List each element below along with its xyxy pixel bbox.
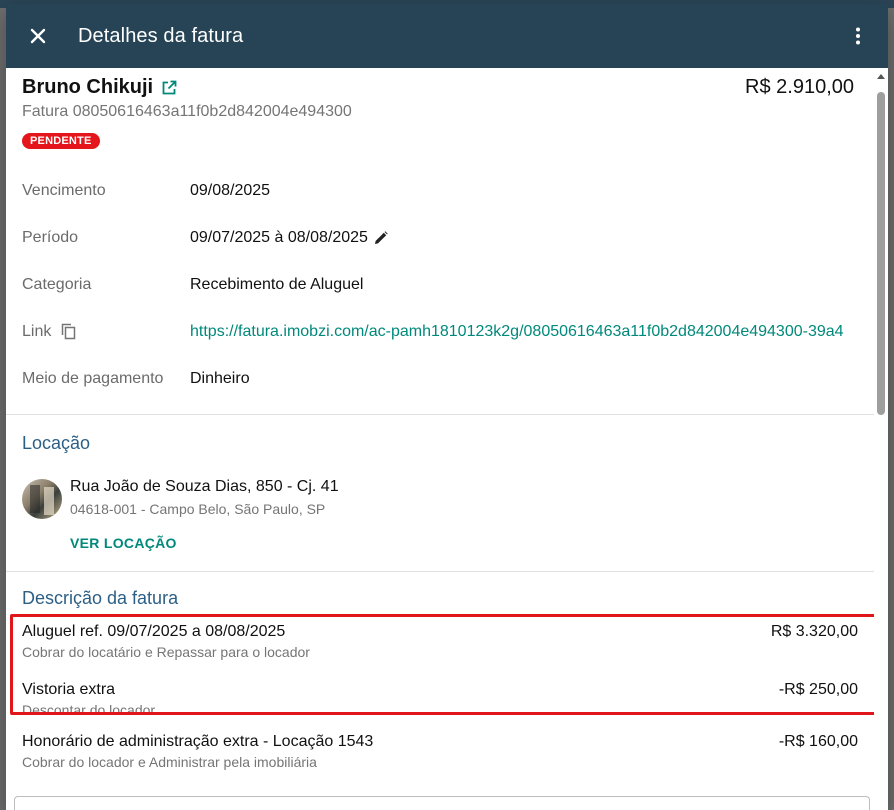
next-card-edge bbox=[14, 796, 870, 810]
location-subaddress: 04618-001 - Campo Belo, São Paulo, SP bbox=[70, 501, 326, 517]
dialog-title: Detalhes da fatura bbox=[78, 24, 244, 47]
item-value: R$ 3.320,00 bbox=[770, 623, 858, 640]
close-button[interactable] bbox=[6, 4, 70, 68]
item-label: Vistoria extra bbox=[22, 681, 116, 698]
item-label: Aluguel ref. 09/07/2025 a 08/08/2025 bbox=[22, 623, 286, 640]
invoice-details-dialog: Detalhes da fatura Bruno Chikuji R$ 2.91… bbox=[6, 4, 888, 810]
close-icon bbox=[30, 28, 46, 44]
list-item: Aluguel ref. 09/07/2025 a 08/08/2025 R$ … bbox=[22, 609, 858, 660]
more-vert-icon bbox=[856, 27, 860, 45]
dialog-content: Bruno Chikuji R$ 2.910,00 Fatura 0805061… bbox=[6, 68, 874, 810]
item-label: Honorário de administração extra - Locaç… bbox=[22, 733, 374, 750]
due-label: Vencimento bbox=[22, 181, 106, 199]
invoice-link[interactable]: https://fatura.imobzi.com/ac-pamh1810123… bbox=[190, 323, 844, 341]
detail-row-category: Categoria Recebimento de Aluguel bbox=[22, 261, 858, 308]
category-label: Categoria bbox=[22, 275, 92, 293]
item-note: Cobrar do locatário e Repassar para o lo… bbox=[22, 644, 310, 660]
detail-row-link: Link https://fatura.imobzi.com/ac-pamh18… bbox=[22, 308, 858, 355]
dialog-header: Detalhes da fatura bbox=[6, 4, 888, 68]
property-photo bbox=[22, 479, 62, 519]
edit-pencil-icon[interactable] bbox=[374, 230, 388, 245]
invoice-total: R$ 2.910,00 bbox=[745, 76, 854, 98]
scrollbar-thumb[interactable] bbox=[877, 92, 885, 415]
item-value: -R$ 250,00 bbox=[778, 681, 858, 698]
item-value: -R$ 160,00 bbox=[778, 733, 858, 750]
list-item: Honorário de administração extra - Locaç… bbox=[22, 718, 858, 770]
list-item: Vistoria extra -R$ 250,00 Descontar do l… bbox=[22, 660, 858, 718]
more-options-button[interactable] bbox=[842, 20, 874, 52]
item-note: Descontar do locador bbox=[22, 702, 156, 718]
invoice-details: Vencimento 09/08/2025 Período 09/07/2025… bbox=[6, 167, 874, 402]
client-name[interactable]: Bruno Chikuji bbox=[22, 76, 177, 99]
scrollbar[interactable] bbox=[874, 68, 888, 810]
payment-value: Dinheiro bbox=[190, 369, 250, 387]
invoice-id: Fatura 08050616463a11f0b2d842004e494300 bbox=[22, 103, 352, 120]
scroll-up-arrow-icon[interactable] bbox=[877, 74, 885, 79]
payment-label: Meio de pagamento bbox=[22, 369, 164, 387]
description-section: Descrição da fatura Aluguel ref. 09/07/2… bbox=[6, 572, 874, 770]
period-value: 09/07/2025 à 08/08/2025 bbox=[190, 228, 368, 246]
copy-icon[interactable] bbox=[61, 323, 76, 340]
location-address: Rua João de Souza Dias, 850 - Cj. 41 bbox=[70, 478, 339, 495]
period-label: Período bbox=[22, 228, 79, 246]
item-note: Cobrar do locador e Administrar pela imo… bbox=[22, 754, 317, 770]
location-section: Locação Rua João de Souza Dias, 850 - Cj… bbox=[6, 415, 874, 551]
status-badge: PENDENTE bbox=[22, 133, 100, 149]
description-title: Descrição da fatura bbox=[22, 588, 179, 608]
detail-row-period: Período 09/07/2025 à 08/08/2025 bbox=[22, 214, 858, 261]
view-location-button[interactable]: VER LOCAÇÃO bbox=[6, 519, 874, 551]
client-name-text: Bruno Chikuji bbox=[22, 76, 154, 98]
detail-row-payment: Meio de pagamento Dinheiro bbox=[22, 355, 858, 402]
category-value: Recebimento de Aluguel bbox=[190, 275, 364, 293]
open-external-icon[interactable] bbox=[161, 80, 177, 96]
detail-row-due: Vencimento 09/08/2025 bbox=[22, 167, 858, 214]
link-label: Link bbox=[22, 322, 52, 340]
invoice-summary: Bruno Chikuji R$ 2.910,00 Fatura 0805061… bbox=[6, 68, 874, 149]
location-title: Locação bbox=[22, 433, 91, 453]
due-value: 09/08/2025 bbox=[190, 181, 271, 199]
